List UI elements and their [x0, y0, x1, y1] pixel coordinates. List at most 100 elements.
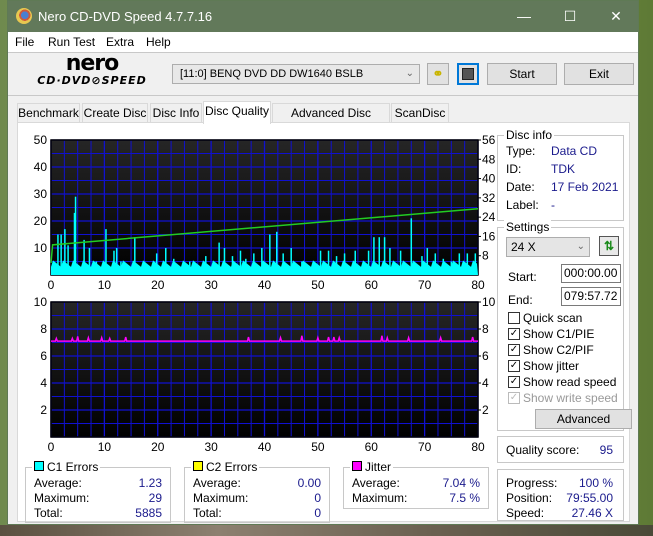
c1-chart-x-tick-label: 60 [365, 278, 379, 292]
c1-chart-y-right-tick-label: 16 [482, 229, 496, 243]
disc-info-title: Disc info [504, 128, 555, 142]
nero-logo: nero CD·DVD⊘SPEED [18, 51, 166, 92]
c1-average-label: Average: [34, 476, 82, 490]
c1-total-value: 5885 [135, 506, 162, 520]
save-button[interactable] [457, 63, 479, 85]
start-time-input[interactable]: 000:00.00 [561, 264, 621, 283]
chevron-down-icon: ⌄ [576, 241, 585, 252]
show-c2-checkbox[interactable]: ✓ [508, 344, 520, 356]
label-label: Label: [506, 198, 539, 212]
show-read-speed-checkbox[interactable]: ✓ [508, 376, 520, 388]
tab-advanced-disc-quality[interactable]: Advanced Disc Quality [272, 103, 390, 138]
exit-button[interactable]: Exit [564, 63, 634, 85]
c1-chart-y-left-tick-label: 20 [34, 214, 48, 228]
c1-error-bar [155, 253, 158, 275]
speed-value: 27.46 X [571, 506, 613, 520]
jitter-chart-x-tick-label: 40 [258, 440, 272, 454]
advanced-button[interactable]: Advanced [535, 409, 632, 429]
logo-cdspeed-text: CD·DVD⊘SPEED [37, 74, 147, 87]
jitter-chart-y-left-tick-label: 2 [40, 403, 47, 417]
c1-average-value: 1.23 [138, 476, 162, 490]
refresh-button[interactable]: ⇅ [599, 236, 619, 256]
tab-benchmark[interactable]: Benchmark [17, 103, 80, 123]
settings-title: Settings [504, 220, 552, 234]
jitter-chart-y-left-tick-label: 10 [34, 295, 48, 309]
close-icon[interactable]: ✕ [593, 1, 639, 32]
jitter-chart-x-tick-label: 20 [151, 440, 165, 454]
disc-info-button[interactable]: ⚭ [427, 63, 449, 85]
type-label: Type: [506, 144, 536, 158]
tab-disc-info[interactable]: Disc Info [150, 103, 202, 123]
jitter-chart-x-tick-label: 70 [418, 440, 432, 454]
disc-info-group: Disc info Type: Data CD ID: TDK Date: 17… [497, 128, 624, 221]
type-value: Data CD [551, 144, 598, 158]
progress-label: Progress: [506, 476, 558, 490]
c1-error-bar [301, 261, 303, 275]
c1-error-bar [421, 256, 423, 275]
jitter-chart-y-right-tick-label: 4 [482, 376, 489, 390]
menu-extra[interactable]: Extra [106, 35, 134, 49]
c1-chart-y-right-tick-label: 56 [482, 133, 496, 147]
c2-maximum-value: 0 [314, 491, 321, 505]
c1-error-bar [120, 261, 122, 275]
start-button[interactable]: Start [487, 63, 557, 85]
c2-average-value: 0.00 [297, 476, 321, 490]
c1-error-bar [189, 261, 191, 275]
c1-error-bar [383, 237, 386, 275]
menu-file[interactable]: File [15, 35, 34, 49]
c1-error-bar [165, 248, 167, 275]
c1-chart-y-right-tick-label: 24 [482, 210, 496, 224]
drive-select-value: [11:0] BENQ DVD DD DW1640 BSLB [180, 68, 364, 80]
show-jitter-checkbox[interactable]: ✓ [508, 360, 520, 372]
jitter-title: Jitter [350, 460, 394, 474]
c1-error-bar [442, 258, 445, 275]
c1-error-bar [57, 234, 59, 275]
drive-select[interactable]: [11:0] BENQ DVD DD DW1640 BSLB ⌄ [172, 64, 420, 84]
c1-error-bar [115, 248, 118, 275]
speed-select[interactable]: 24 X ⌄ [506, 237, 590, 257]
jitter-chart-y-right-tick-label: 10 [482, 295, 496, 309]
jitter-chart-x-tick-label: 10 [98, 440, 112, 454]
end-time-input[interactable]: 079:57.72 [561, 287, 621, 306]
jitter-chart-y-right-tick-label: 8 [482, 322, 489, 336]
c1-error-bar [410, 218, 413, 275]
maximize-icon[interactable]: ☐ [547, 1, 593, 32]
end-label: End: [508, 293, 533, 307]
quick-scan-label: Quick scan [523, 311, 583, 325]
show-write-speed-label: Show write speed [523, 391, 618, 405]
menu-help[interactable]: Help [146, 35, 171, 49]
tab-create-disc[interactable]: Create Disc [82, 103, 148, 123]
app-window: Nero CD-DVD Speed 4.7.7.16 — ☐ ✕ File Ru… [7, 0, 639, 525]
show-c1-checkbox[interactable]: ✓ [508, 328, 520, 340]
c1-error-bar [64, 229, 66, 275]
c1-error-bar [83, 239, 85, 275]
c1-chart-y-left-tick-label: 10 [34, 241, 48, 255]
menu-run-test[interactable]: Run Test [48, 35, 95, 49]
c1-chart-y-right-tick-label: 32 [482, 191, 496, 205]
c1-error-bar [261, 248, 263, 275]
c1-errors-group: C1 Errors Average: 1.23 Maximum: 29 Tota… [25, 460, 171, 523]
logo-nero-text: nero [65, 51, 120, 76]
minimize-icon[interactable]: — [501, 1, 547, 32]
tab-disc-quality[interactable]: Disc Quality [203, 101, 271, 124]
jitter-chart-x-tick-label: 80 [471, 440, 485, 454]
c1-chart-y-left-tick-label: 40 [34, 160, 48, 174]
menu-bar: File Run Test Extra Help [8, 32, 638, 52]
show-write-speed-checkbox: ✓ [508, 392, 520, 404]
speed-label: Speed: [506, 506, 545, 520]
quality-score-value: 95 [599, 443, 613, 457]
c2-total-value: 0 [314, 506, 321, 520]
speed-select-value: 24 X [511, 240, 536, 254]
quick-scan-checkbox[interactable] [508, 312, 520, 324]
c1-error-bar [282, 253, 284, 275]
tab-scandisc[interactable]: ScanDisc [391, 103, 449, 123]
c1-error-bar [367, 250, 370, 275]
c2-total-label: Total: [193, 506, 222, 520]
c1-baseline-area [51, 260, 478, 275]
desktop-background [0, 525, 653, 536]
c1-error-bar [399, 250, 402, 275]
quality-score-group: Quality score: 95 [497, 436, 624, 463]
window-title: Nero CD-DVD Speed 4.7.7.16 [38, 9, 213, 24]
position-value: 79:55.00 [566, 491, 613, 505]
c1-chart-y-left-tick-label: 30 [34, 187, 48, 201]
